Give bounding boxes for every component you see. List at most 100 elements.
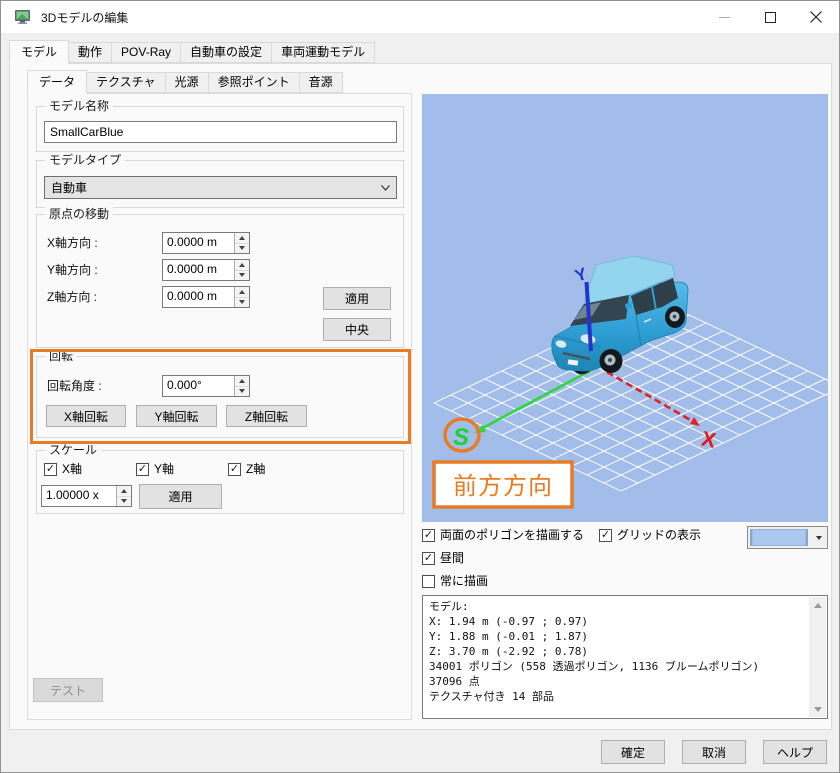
scale-y-checkbox[interactable]: ✓ Y軸 [136,462,174,477]
scale-apply-button[interactable]: 適用 [139,484,222,509]
app-icon [15,10,30,24]
rotation-legend: 回転 [45,349,78,363]
model-type-legend: モデルタイプ [45,153,126,167]
dialog-3d-model-edit: 3Dモデルの編集 モデル 動作 POV-Ray 自動車の設定 車両運動モデル デ… [0,0,840,773]
spin-up-icon[interactable] [117,486,131,496]
minimize-icon [718,16,730,18]
close-button[interactable] [793,1,839,33]
both-sides-checkbox[interactable]: ✓ 両面のポリゴンを描画する [422,528,584,543]
model-tab-page: データ テクスチャ 光源 参照ポイント 音源 モデル名称 SmallCarBlu… [9,63,832,730]
scale-z-label: Z軸 [246,462,266,476]
spin-down-icon[interactable] [117,495,131,507]
checkbox-checked-icon: ✓ [228,463,241,476]
spin-down-icon[interactable] [235,296,249,308]
tab-motion[interactable]: 動作 [68,42,113,63]
forward-direction-annotation: 前方方向 [432,460,574,509]
model-type-value: 自動車 [51,181,88,195]
scroll-down-icon[interactable] [809,701,826,717]
origin-center-button[interactable]: 中央 [323,318,391,341]
origin-y-spinner[interactable]: 0.0000 m [162,259,250,281]
spin-up-icon[interactable] [235,233,249,243]
spin-down-icon[interactable] [235,242,249,254]
color-swatch [748,527,810,548]
origin-y-label: Y軸方向 : [47,263,98,277]
model-info-box[interactable]: モデル: X: 1.94 m (-0.97 ; 0.97) Y: 1.88 m … [422,595,828,719]
ok-button[interactable]: 確定 [601,740,665,764]
checkbox-checked-icon: ✓ [136,463,149,476]
model-name-input[interactable]: SmallCarBlue [44,121,397,143]
model-info-text: モデル: X: 1.94 m (-0.97 ; 0.97) Y: 1.88 m … [429,600,760,703]
sub-tab-bar: データ テクスチャ 光源 参照ポイント 音源 [27,70,343,94]
spin-up-icon[interactable] [235,287,249,297]
model-3d-viewport[interactable]: X Y S 前方方向 [422,94,828,522]
daytime-checkbox[interactable]: ✓ 昼間 [422,551,464,566]
test-button[interactable]: テスト [33,678,103,702]
checkbox-unchecked-icon [422,575,435,588]
spin-up-icon[interactable] [235,376,249,386]
checkbox-checked-icon: ✓ [44,463,57,476]
model-name-legend: モデル名称 [45,99,114,113]
scale-value: 1.00000 x [46,488,99,502]
maximize-icon [764,11,776,23]
scrollbar[interactable] [809,597,826,717]
tab-sound-source[interactable]: 音源 [298,72,343,93]
origin-z-value: 0.0000 m [167,289,218,303]
model-type-group: モデルタイプ 自動車 [36,153,404,208]
help-button[interactable]: ヘルプ [763,740,827,764]
daytime-label: 昼間 [440,551,465,565]
scale-legend: スケール [45,443,102,457]
rotate-y-button[interactable]: Y軸回転 [136,405,217,427]
origin-apply-button[interactable]: 適用 [323,287,391,310]
tab-model[interactable]: モデル [9,40,70,64]
data-tab-page: モデル名称 SmallCarBlue モデルタイプ 自動車 原点の移動 X軸方向… [27,93,412,720]
scroll-up-icon[interactable] [809,597,826,613]
model-name-group: モデル名称 SmallCarBlue [36,99,404,152]
tab-texture[interactable]: テクスチャ [86,72,166,93]
both-sides-label: 両面のポリゴンを描画する [440,528,585,542]
origin-x-spinner[interactable]: 0.0000 m [162,232,250,254]
minimize-button[interactable] [701,1,747,33]
tab-reference-point[interactable]: 参照ポイント [207,72,300,93]
tab-car-settings[interactable]: 自動車の設定 [180,42,273,63]
always-draw-label: 常に描画 [440,574,489,588]
rotation-angle-spinner[interactable]: 0.000° [162,375,250,397]
window-title: 3Dモデルの編集 [41,10,129,25]
tab-light-source[interactable]: 光源 [164,72,209,93]
checkbox-checked-icon: ✓ [422,529,435,542]
rotate-x-button[interactable]: X軸回転 [46,405,126,427]
grid-display-label: グリッドの表示 [617,528,702,542]
title-bar: 3Dモデルの編集 [1,1,839,33]
origin-move-group: 原点の移動 X軸方向 : 0.0000 m Y軸方向 : 0.0000 m Z軸… [36,207,404,348]
spin-down-icon[interactable] [235,385,249,397]
axis-s-label: S [453,424,469,451]
grid-color-dropdown[interactable] [747,526,828,549]
forward-direction-text: 前方方向 [453,473,553,500]
origin-z-label: Z軸方向 : [47,290,97,304]
grid-display-checkbox[interactable]: ✓ グリッドの表示 [599,528,701,543]
scale-group: スケール ✓ X軸 ✓ Y軸 ✓ Z軸 1.00000 x 適用 [36,443,404,514]
spin-up-icon[interactable] [235,260,249,270]
cancel-button[interactable]: 取消 [682,740,746,764]
maximize-button[interactable] [747,1,793,33]
scale-x-label: X軸 [62,462,83,476]
tab-povray[interactable]: POV-Ray [111,42,182,63]
scale-x-checkbox[interactable]: ✓ X軸 [44,462,82,477]
tab-data[interactable]: データ [27,70,88,94]
spin-down-icon[interactable] [235,269,249,281]
tab-vehicle-motion[interactable]: 車両運動モデル [271,42,376,63]
origin-z-spinner[interactable]: 0.0000 m [162,286,250,308]
origin-y-value: 0.0000 m [167,262,218,276]
rotation-group: 回転 回転角度 : 0.000° X軸回転 Y軸回転 Z軸回転 [36,349,404,438]
rotation-angle-label: 回転角度 : [47,379,102,393]
dropdown-arrow-icon[interactable] [810,527,827,548]
always-draw-checkbox[interactable]: 常に描画 [422,574,488,589]
origin-x-label: X軸方向 : [47,236,98,250]
checkbox-checked-icon: ✓ [599,529,612,542]
scale-value-spinner[interactable]: 1.00000 x [41,485,132,507]
origin-move-legend: 原点の移動 [45,207,114,221]
model-type-select[interactable]: 自動車 [44,176,397,199]
rotate-z-button[interactable]: Z軸回転 [226,405,307,427]
scale-y-label: Y軸 [154,462,175,476]
origin-x-value: 0.0000 m [167,235,218,249]
scale-z-checkbox[interactable]: ✓ Z軸 [228,462,265,477]
